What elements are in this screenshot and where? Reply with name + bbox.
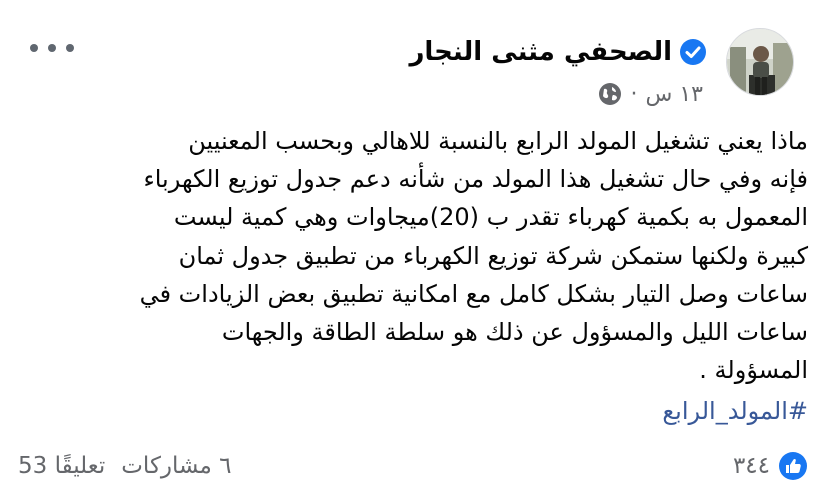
post-body: ماذا يعني تشغيل المولد الرابع بالنسبة لل… (48, 122, 808, 389)
engagement-stats: 53 تعليقًا ٦ مشاركات (18, 446, 232, 486)
comments-count[interactable]: 53 تعليقًا (18, 453, 105, 479)
author-row: الصحفي مثنى النجار (409, 32, 707, 72)
verified-badge-icon (680, 39, 706, 65)
post-time[interactable]: ١٣ س (646, 82, 704, 107)
post-line: ساعات الليل والمسؤول عن ذلك هو سلطة الطا… (221, 318, 808, 347)
reactions-summary[interactable]: ٣٤٤ (733, 446, 808, 486)
post-line: المعمول به بكمية كهرباء تقدر ب (20)ميجاو… (173, 203, 808, 232)
reactions-count: ٣٤٤ (732, 453, 770, 479)
more-dot (66, 44, 74, 52)
globe-icon (598, 83, 621, 105)
more-options-icon[interactable] (30, 34, 74, 62)
author-avatar[interactable] (726, 28, 794, 96)
more-dot (30, 44, 38, 52)
hashtag-link[interactable]: #المولد_الرابع (662, 392, 808, 430)
like-reaction-icon (779, 452, 807, 480)
post-line: ساعات وصل التيار بشكل كامل مع امكانية تط… (139, 279, 808, 308)
post-line: فإنه وفي حال تشغيل هذا المولد من شأنه دع… (143, 165, 808, 194)
post-line: كبيرة ولكنها ستمكن شركة توزيع الكهرباء م… (178, 241, 808, 270)
meta-separator: · (630, 81, 638, 107)
author-name[interactable]: الصحفي مثنى النجار (409, 37, 672, 67)
post-line: المسؤولة . (699, 356, 808, 385)
shares-count[interactable]: ٦ مشاركات (121, 453, 231, 479)
post-meta: ١٣ س · (597, 80, 704, 108)
more-dot (48, 44, 56, 52)
post-line: ماذا يعني تشغيل المولد الرابع بالنسبة لل… (188, 127, 808, 155)
